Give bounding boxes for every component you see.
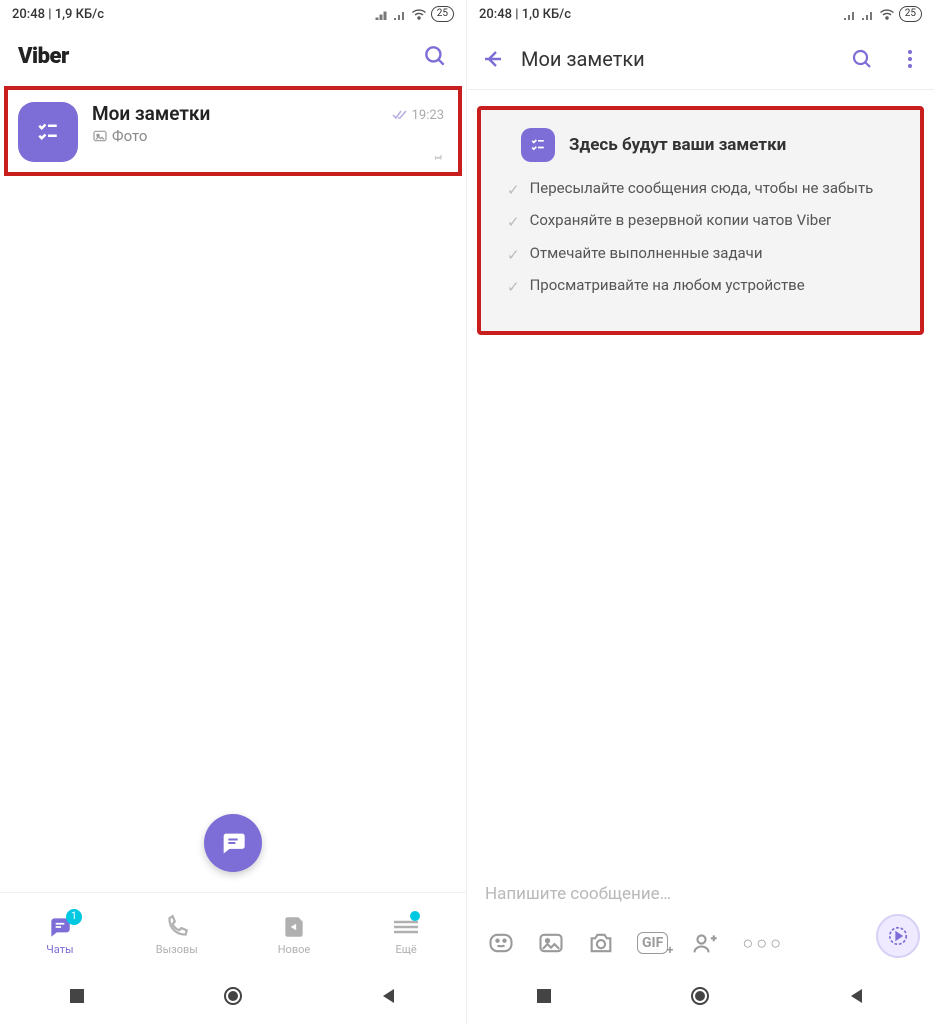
chat-title: Мои заметки [92, 102, 210, 125]
status-speed: 1,0 КБ/с [522, 7, 571, 22]
list-item: ✓Сохраняйте в резервной копии чатов Vibe… [507, 210, 900, 232]
compose-fab[interactable] [204, 814, 262, 872]
wifi-icon [879, 8, 895, 20]
battery-level: 25 [899, 6, 922, 22]
status-time-speed: 20:48 | 1,9 КБ/с [12, 7, 104, 22]
status-time-speed: 20:48 | 1,0 КБ/с [479, 7, 571, 22]
status-time: 20:48 [479, 7, 512, 22]
list-item: ✓Пересылайте сообщения сюда, чтобы не за… [507, 178, 900, 200]
check-icon: ✓ [507, 180, 520, 200]
voice-message-button[interactable] [876, 914, 920, 958]
sys-back-button[interactable] [848, 987, 866, 1009]
sys-home-button[interactable] [222, 985, 244, 1011]
nav-chats[interactable]: 1 Чаты [44, 913, 76, 956]
nav-label: Вызовы [156, 943, 198, 956]
nav-more[interactable]: Ещё [390, 913, 422, 956]
status-icons: 25 [375, 6, 454, 22]
gallery-icon[interactable] [537, 929, 565, 957]
nav-calls[interactable]: Вызовы [156, 913, 198, 956]
system-nav [0, 972, 466, 1024]
wifi-icon [411, 8, 427, 20]
more-attach-icon[interactable]: ○○○ [742, 933, 784, 954]
signal-icon [861, 8, 875, 20]
chat-subtitle: Фото [92, 127, 444, 145]
contact-share-icon[interactable] [690, 929, 720, 957]
sticker-icon[interactable] [487, 929, 515, 957]
chat-row-notes[interactable]: Мои заметки 19:23 Фото [8, 90, 458, 172]
battery-level: 25 [431, 6, 454, 22]
check-read-icon [392, 110, 408, 120]
status-icons: 25 [843, 6, 922, 22]
highlight-box: Мои заметки 19:23 Фото [4, 86, 462, 176]
chat-info: Мои заметки 19:23 Фото [92, 102, 444, 145]
notes-icon [521, 128, 555, 162]
sys-recent-button[interactable] [535, 987, 553, 1009]
nav-new[interactable]: Новое [278, 913, 311, 956]
signal-icon [843, 8, 857, 20]
list-item: ✓Отмечайте выполненные задачи [507, 243, 900, 265]
check-icon: ✓ [507, 245, 520, 265]
pin-icon [430, 150, 444, 164]
notes-avatar-icon [18, 102, 78, 162]
nav-label: Новое [278, 943, 311, 956]
search-icon[interactable] [850, 47, 874, 71]
sys-home-button[interactable] [689, 985, 711, 1011]
sys-recent-button[interactable] [68, 987, 86, 1009]
sys-back-button[interactable] [380, 987, 398, 1009]
chat-meta: 19:23 [392, 108, 444, 123]
system-nav [467, 972, 934, 1024]
back-icon[interactable] [481, 47, 505, 71]
notes-intro-card: Здесь будут ваши заметки ✓Пересылайте со… [477, 106, 924, 335]
chats-badge: 1 [66, 909, 82, 925]
screen-title: Мои заметки [521, 47, 834, 71]
compose-input[interactable]: Напишите сообщение… [467, 874, 934, 914]
overflow-menu-icon[interactable] [900, 47, 920, 71]
screen-notes-detail: 20:48 | 1,0 КБ/с 25 Мои заметки Здесь бу… [467, 0, 934, 1024]
status-speed: 1,9 КБ/с [55, 7, 104, 22]
app-bar: Viber [0, 28, 466, 84]
list-item: ✓Просматривайте на любом устройстве [507, 275, 900, 297]
bottom-nav: 1 Чаты Вызовы Новое Ещё [0, 892, 466, 970]
notes-heading: Здесь будут ваши заметки [569, 135, 786, 155]
notes-tips-list: ✓Пересылайте сообщения сюда, чтобы не за… [501, 178, 900, 297]
search-icon[interactable] [422, 43, 448, 69]
status-bar: 20:48 | 1,9 КБ/с 25 [0, 0, 466, 28]
brand-logo: Viber [18, 44, 69, 69]
signal-icon [393, 8, 407, 20]
nav-label: Ещё [395, 943, 416, 956]
app-bar: Мои заметки [467, 28, 934, 90]
chat-time: 19:23 [412, 108, 444, 123]
nav-label: Чаты [46, 943, 73, 956]
camera-icon[interactable] [587, 929, 615, 957]
compose-placeholder: Напишите сообщение… [485, 884, 671, 904]
attach-bar: GIF+ ○○○ [467, 916, 934, 970]
signal-icon [375, 8, 389, 20]
screen-chat-list: 20:48 | 1,9 КБ/с 25 Viber [0, 0, 467, 1024]
status-bar: 20:48 | 1,0 КБ/с 25 [467, 0, 934, 28]
status-time: 20:48 [12, 7, 45, 22]
check-icon: ✓ [507, 277, 520, 297]
check-icon: ✓ [507, 212, 520, 232]
photo-icon [92, 128, 108, 144]
gif-icon[interactable]: GIF+ [637, 932, 668, 954]
